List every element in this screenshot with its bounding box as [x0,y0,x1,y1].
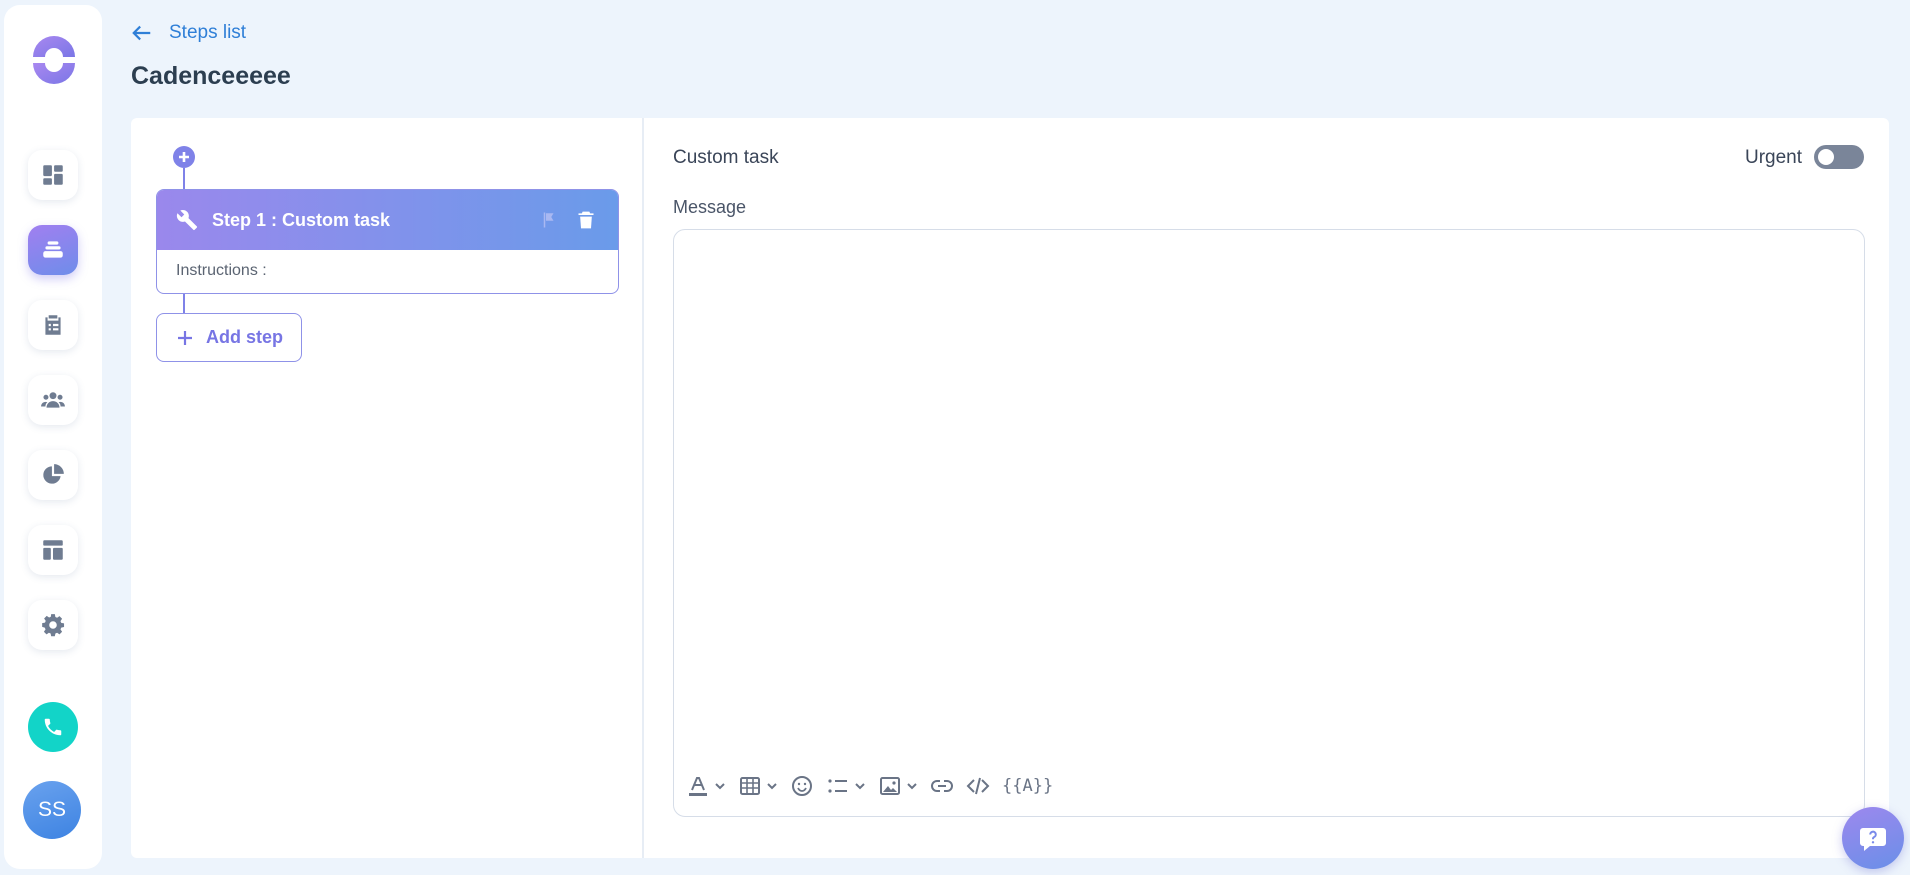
contacts-group-icon [41,392,65,408]
code-icon [966,777,990,795]
help-button[interactable] [1842,807,1904,869]
step-connector [183,168,185,189]
emoji-icon [792,776,812,796]
message-label: Message [673,197,747,217]
add-step-label: Add step [206,327,284,347]
delete-step-button[interactable] [576,210,596,230]
toggle-knob [1818,149,1834,165]
step-instructions: Instructions : [176,262,267,279]
urgent-label: Urgent [1745,147,1803,168]
source-code-button[interactable] [966,770,990,802]
step-flag-button[interactable] [540,211,558,229]
reports-pie-icon [43,464,64,484]
add-step-button[interactable]: Add step [156,313,302,362]
plus-icon [178,330,192,345]
editor-toolbar: {{A}} [686,766,1065,806]
phone-icon [44,718,62,736]
app-logo[interactable] [29,35,79,85]
list-button[interactable] [826,770,866,802]
insert-image-button[interactable] [878,770,918,802]
text-color-icon [689,777,707,796]
image-icon [880,777,900,795]
message-input[interactable] [674,230,1864,756]
chevron-down-icon [767,783,777,790]
step-card[interactable]: Step 1 : Custom task Instructions : [156,189,619,294]
variable-label: {{A}} [1002,776,1054,796]
step-header[interactable]: Step 1 : Custom task [157,190,618,250]
dashboard-icon [43,165,63,185]
flag-icon [543,212,554,228]
cadences-icon [43,241,63,258]
step-title: Step 1 : Custom task [212,209,391,230]
arrow-left-icon [132,25,151,41]
nav-tasks[interactable] [28,300,78,350]
templates-layout-icon [43,540,63,560]
nav-reports[interactable] [28,450,78,500]
insert-step-top-button[interactable] [173,146,195,168]
nav-cadences[interactable] [28,225,78,275]
nav-templates[interactable] [28,525,78,575]
wrench-icon [176,210,198,231]
insert-table-button[interactable] [738,770,778,802]
phone-button[interactable] [28,702,78,752]
nav-contacts[interactable] [28,375,78,425]
nav-settings[interactable] [28,600,78,650]
help-chat-icon [1860,828,1886,851]
emoji-button[interactable] [790,770,814,802]
link-icon [931,780,953,792]
page-title: Cadenceeeee [131,62,291,90]
chevron-down-icon [907,783,917,790]
nav-dashboard[interactable] [28,150,78,200]
message-editor: {{A}} [673,229,1865,817]
bulleted-list-icon [828,779,847,793]
sidebar: SS [4,5,102,869]
insert-link-button[interactable] [930,770,954,802]
chevron-down-icon [715,783,725,790]
chevron-down-icon [855,783,865,790]
urgent-toggle[interactable] [1814,145,1864,169]
insert-variable-button[interactable]: {{A}} [1002,770,1053,802]
plus-icon [179,152,189,162]
tasks-clipboard-icon [45,315,61,335]
trash-icon [578,211,594,229]
back-link-label: Steps list [169,22,247,43]
user-avatar[interactable]: SS [23,781,81,839]
step-connector [183,294,185,313]
back-to-steps-list-link[interactable]: Steps list [131,22,246,44]
steps-panel: Step 1 : Custom task Instructions : Add … [131,118,644,858]
cadence-editor-card: Step 1 : Custom task Instructions : Add … [131,118,1889,858]
text-color-button[interactable] [686,770,726,802]
task-type-title: Custom task [673,147,779,168]
table-icon [740,777,760,795]
settings-gear-icon [42,614,65,637]
